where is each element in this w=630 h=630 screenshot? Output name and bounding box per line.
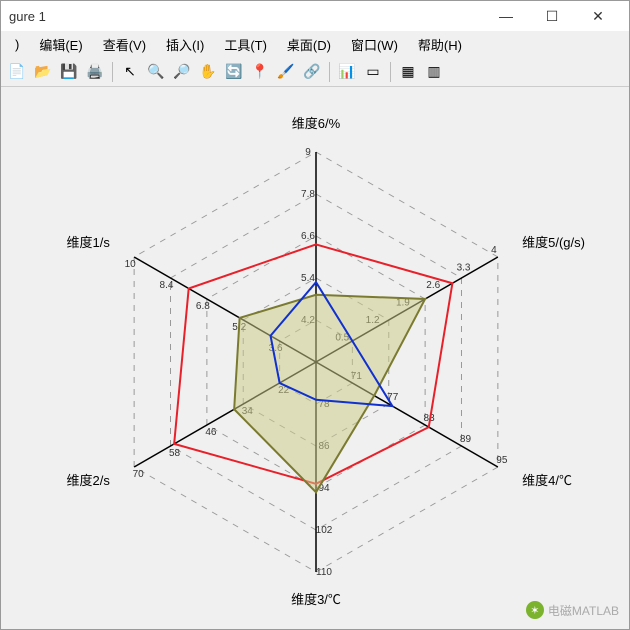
menu-view[interactable]: 查看(V) [93,32,156,57]
watermark-text: 电磁MATLAB [548,602,619,619]
new-icon[interactable]: 📄 [5,60,29,84]
radar-chart: 维度6/%4.25.46.67.89维度5/(g/s)0.51.21.92.63… [1,87,630,627]
print-icon[interactable]: 🖨️ [83,60,107,84]
arrow-icon[interactable]: ↖ [118,60,142,84]
svg-text:46: 46 [205,427,217,438]
save-icon[interactable]: 💾 [57,60,81,84]
menu-insert[interactable]: 插入(I) [156,32,214,57]
close-button[interactable]: ✕ [575,1,621,31]
svg-text:70: 70 [133,469,145,480]
brush-icon[interactable]: 🖌️ [274,60,298,84]
svg-text:10: 10 [125,259,137,270]
svg-text:7.8: 7.8 [301,189,315,200]
layout-icon[interactable]: ▦ [396,60,420,84]
menu-file-end[interactable]: ) [5,34,29,55]
separator [329,62,330,82]
chart-area: 维度6/%4.25.46.67.89维度5/(g/s)0.51.21.92.63… [1,87,629,629]
wechat-icon: ✶ [526,601,544,619]
svg-text:89: 89 [460,434,472,445]
zoom-out-icon[interactable]: 🔎 [170,60,194,84]
plot-tools-icon[interactable]: ▥ [422,60,446,84]
svg-text:9: 9 [305,147,311,158]
svg-text:维度4/℃: 维度4/℃ [522,473,572,488]
svg-text:维度1/s: 维度1/s [67,235,111,250]
rotate-icon[interactable]: 🔄 [222,60,246,84]
separator [390,62,391,82]
svg-text:8.4: 8.4 [160,280,174,291]
link-icon[interactable]: 🔗 [300,60,324,84]
svg-text:110: 110 [316,567,332,578]
pan-icon[interactable]: ✋ [196,60,220,84]
menu-help[interactable]: 帮助(H) [408,32,472,57]
svg-text:2.6: 2.6 [426,280,440,291]
menu-window[interactable]: 窗口(W) [341,32,408,57]
legend-icon[interactable]: ▭ [361,60,385,84]
svg-text:维度6/%: 维度6/% [292,116,341,131]
svg-text:4: 4 [491,245,497,256]
svg-text:维度3/℃: 维度3/℃ [291,592,341,607]
svg-text:102: 102 [316,525,333,536]
svg-text:95: 95 [496,455,508,466]
svg-text:6.8: 6.8 [196,301,210,312]
open-icon[interactable]: 📂 [31,60,55,84]
minimize-button[interactable]: — [483,1,529,31]
window-title: gure 1 [9,9,46,24]
separator [112,62,113,82]
svg-text:58: 58 [169,448,181,459]
colorbar-icon[interactable]: 📊 [335,60,359,84]
svg-text:维度2/s: 维度2/s [67,473,111,488]
svg-text:5.4: 5.4 [301,273,315,284]
menu-tools[interactable]: 工具(T) [214,32,277,57]
toolbar: 📄 📂 💾 🖨️ ↖ 🔍 🔎 ✋ 🔄 📍 🖌️ 🔗 📊 ▭ ▦ ▥ [1,57,629,87]
svg-text:3.3: 3.3 [457,263,471,274]
menu-edit[interactable]: 编辑(E) [29,32,92,57]
menubar: ) 编辑(E) 查看(V) 插入(I) 工具(T) 桌面(D) 窗口(W) 帮助… [1,31,629,57]
zoom-in-icon[interactable]: 🔍 [144,60,168,84]
menu-desktop[interactable]: 桌面(D) [277,32,341,57]
titlebar: gure 1 — ☐ ✕ [1,1,629,31]
svg-text:维度5/(g/s): 维度5/(g/s) [522,235,585,250]
svg-text:6.6: 6.6 [301,231,315,242]
data-cursor-icon[interactable]: 📍 [248,60,272,84]
maximize-button[interactable]: ☐ [529,1,575,31]
watermark: ✶ 电磁MATLAB [526,601,619,619]
